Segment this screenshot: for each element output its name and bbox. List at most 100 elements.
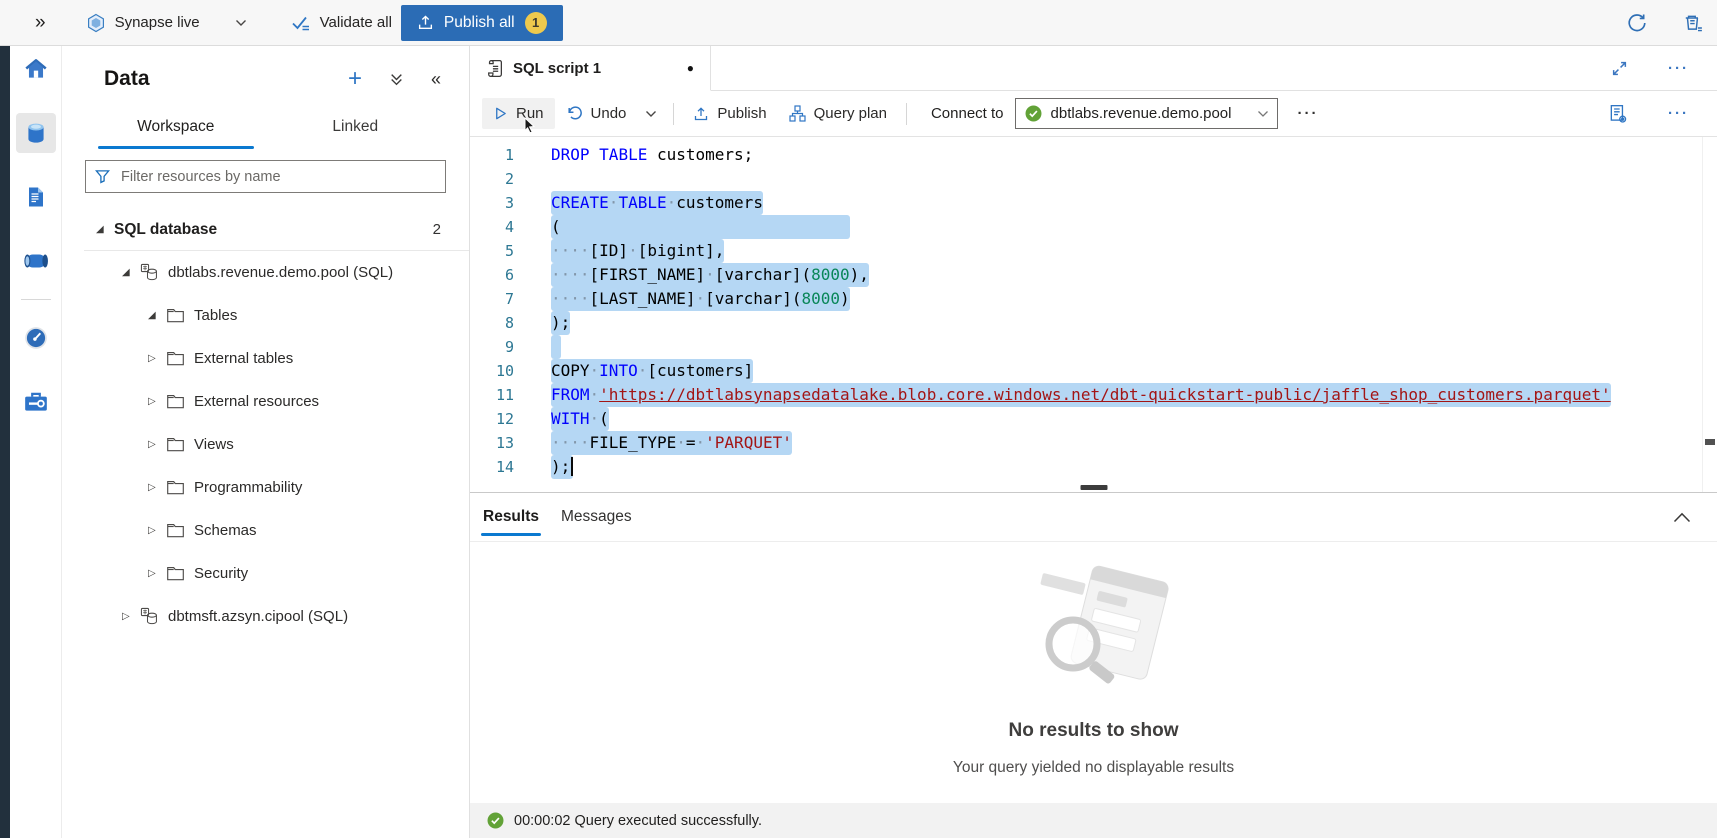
tree-item-external-tables[interactable]: ▷External tables [62, 337, 469, 380]
topbar-right-actions [1627, 13, 1717, 33]
tab-results[interactable]: Results [472, 493, 550, 541]
tree-item-views[interactable]: ▷Views [62, 423, 469, 466]
collapsed-arrow-icon[interactable]: ▷ [148, 439, 163, 450]
line-content: ····[ID]·[bigint], [551, 239, 724, 263]
publish-button[interactable]: Publish [682, 98, 777, 129]
line-content [551, 335, 561, 359]
collapse-panel-icon[interactable]: « [431, 69, 441, 90]
connection-mode-dropdown[interactable]: Synapse live [86, 13, 247, 33]
expanded-arrow-icon[interactable]: ◢ [96, 224, 111, 235]
tab-more-actions-icon[interactable]: ··· [1668, 60, 1689, 77]
toolbar-more-actions-icon[interactable]: ··· [1298, 105, 1319, 122]
refresh-icon[interactable] [1627, 13, 1647, 33]
line-number[interactable]: 11 [470, 383, 534, 407]
tree-item-label: dbtmsft.azsyn.cipool (SQL) [168, 608, 348, 625]
properties-icon[interactable] [1608, 104, 1628, 124]
publish-count-badge: 1 [525, 12, 547, 34]
editor-scrollbar[interactable] [1702, 137, 1717, 492]
line-number[interactable]: 14 [470, 455, 534, 479]
tree-item-dbtmsft-azsyn-cipool-sql[interactable]: ▷ dbtmsft.azsyn.cipool (SQL) [62, 595, 469, 638]
code-line[interactable]: 12WITH·( [470, 407, 1717, 431]
collapse-results-chevron-icon[interactable] [1673, 512, 1717, 523]
expanded-arrow-icon[interactable]: ◢ [148, 310, 163, 321]
tab-workspace[interactable]: Workspace [86, 106, 266, 150]
show-more-chevron-icon[interactable]: » [35, 12, 46, 34]
hub-develop-icon[interactable] [16, 177, 56, 217]
query-plan-button[interactable]: Query plan [778, 98, 898, 129]
hub-data-icon[interactable] [16, 113, 56, 153]
code-line[interactable]: 9 [470, 335, 1717, 359]
code-line[interactable]: 14); [470, 455, 1717, 479]
line-number[interactable]: 5 [470, 239, 534, 263]
expand-editor-icon[interactable] [1611, 60, 1628, 77]
run-button[interactable]: Run [482, 98, 555, 129]
tree-item-sql-database[interactable]: ◢SQL database2 [62, 208, 469, 251]
code-line[interactable]: 13····FILE_TYPE·=·'PARQUET' [470, 431, 1717, 455]
tab-linked[interactable]: Linked [266, 106, 446, 150]
collapsed-arrow-icon[interactable]: ▷ [122, 611, 137, 622]
code-line[interactable]: 7 ····[LAST_NAME]·[varchar](8000) [470, 287, 1717, 311]
collapsed-arrow-icon[interactable]: ▷ [148, 353, 163, 364]
code-line[interactable]: 11FROM·'https://dbtlabsynapsedatalake.bl… [470, 383, 1717, 407]
collapse-all-icon[interactable] [389, 72, 404, 87]
tree-item-dbtlabs-revenue-demo-pool-sql[interactable]: ◢dbtlabs.revenue.demo.pool (SQL) [62, 251, 469, 294]
add-resource-icon[interactable]: + [348, 67, 362, 91]
line-number[interactable]: 2 [470, 167, 534, 191]
tree-item-external-resources[interactable]: ▷External resources [62, 380, 469, 423]
filter-resources-input[interactable] [119, 168, 436, 186]
line-number[interactable]: 7 [470, 287, 534, 311]
code-line[interactable]: 10 COPY·INTO·[customers] [470, 359, 1717, 383]
chevron-down-icon [235, 19, 247, 27]
hub-monitor-icon[interactable] [16, 318, 56, 358]
line-number[interactable]: 12 [470, 407, 534, 431]
query-status-bar: 00:00:02 Query executed successfully. [470, 803, 1717, 838]
hub-integrate-icon[interactable] [16, 241, 56, 281]
line-number[interactable]: 4 [470, 215, 534, 239]
discard-trash-icon[interactable] [1683, 13, 1703, 33]
tree-item-security[interactable]: ▷Security [62, 552, 469, 595]
editor-area: SQL script 1 ● ··· Run [470, 46, 1717, 838]
collapsed-arrow-icon[interactable]: ▷ [148, 568, 163, 579]
filter-box [85, 160, 446, 193]
code-line[interactable]: 3CREATE·TABLE·customers [470, 191, 1717, 215]
hub-manage-icon[interactable] [16, 382, 56, 422]
collapsed-arrow-icon[interactable]: ▷ [148, 396, 163, 407]
tree-item-tables[interactable]: ◢Tables [62, 294, 469, 337]
line-number[interactable]: 8 [470, 311, 534, 335]
code-line[interactable]: 2 [470, 167, 1717, 191]
line-content: COPY·INTO·[customers] [551, 359, 753, 383]
tab-sql-script-1[interactable]: SQL script 1 ● [470, 46, 711, 91]
code-editor[interactable]: 1DROP TABLE customers;23CREATE·TABLE·cus… [470, 137, 1717, 493]
line-number[interactable]: 1 [470, 143, 534, 167]
code-line[interactable]: 4( [470, 215, 1717, 239]
line-number[interactable]: 6 [470, 263, 534, 287]
line-number[interactable]: 3 [470, 191, 534, 215]
undo-button[interactable]: Undo [555, 98, 638, 129]
code-line[interactable]: 6····[FIRST_NAME]·[varchar](8000), [470, 263, 1717, 287]
publish-all-button[interactable]: Publish all 1 [401, 5, 563, 41]
folder-icon [166, 393, 185, 410]
collapsed-arrow-icon[interactable]: ▷ [148, 482, 163, 493]
line-number[interactable]: 13 [470, 431, 534, 455]
scrollbar-thumb[interactable] [1705, 439, 1715, 445]
undo-redo-chevron-icon[interactable] [637, 103, 665, 125]
validate-all-button[interactable]: Validate all [291, 14, 392, 32]
sql-pool-icon [140, 607, 159, 626]
expanded-arrow-icon[interactable]: ◢ [122, 267, 137, 278]
code-line[interactable]: 1DROP TABLE customers; [470, 143, 1717, 167]
connect-to-pool-dropdown[interactable]: dbtlabs.revenue.demo.pool [1015, 98, 1278, 129]
line-number[interactable]: 9 [470, 335, 534, 359]
collapsed-arrow-icon[interactable]: ▷ [148, 525, 163, 536]
line-content: ····[LAST_NAME]·[varchar](8000) [551, 287, 850, 311]
hub-home-icon[interactable] [16, 49, 56, 89]
code-line[interactable]: 5 ····[ID]·[bigint], [470, 239, 1717, 263]
toolbar-right-more-icon[interactable]: ··· [1668, 105, 1689, 122]
line-number[interactable]: 10 [470, 359, 534, 383]
toolbar-separator [906, 103, 907, 125]
code-line[interactable]: 8); [470, 311, 1717, 335]
tree-item-programmability[interactable]: ▷Programmability [62, 466, 469, 509]
tab-messages[interactable]: Messages [550, 493, 643, 541]
panel-resize-handle[interactable] [1080, 485, 1107, 490]
tree-item-schemas[interactable]: ▷Schemas [62, 509, 469, 552]
sql-pool-icon [140, 263, 159, 282]
